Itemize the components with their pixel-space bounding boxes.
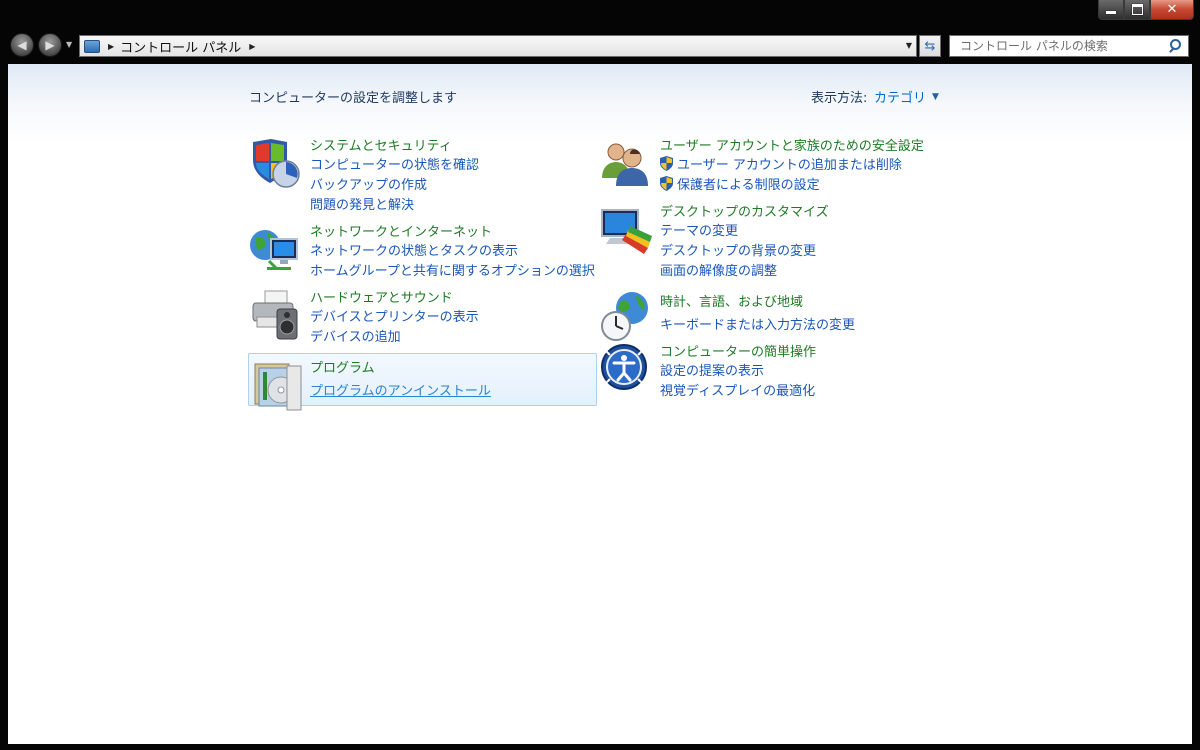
uac-shield-icon [660,176,673,191]
clock-globe-icon [601,292,648,341]
link-check-computer-status[interactable]: コンピューターの状態を確認 [310,154,479,173]
ease-of-access-icon [601,344,647,390]
desktop-monitor-icon [601,209,652,254]
view-by-value[interactable]: カテゴリ [874,87,926,106]
breadcrumb-separator-icon[interactable]: ▶ [108,42,114,51]
close-icon: ✕ [1166,2,1178,17]
forward-button[interactable]: ▶ [38,33,62,57]
users-icon [602,143,648,186]
heading-hardware-sound[interactable]: ハードウェアとサウンド [310,287,453,306]
link-network-status-tasks[interactable]: ネットワークの状態とタスクの表示 [310,240,518,259]
forward-arrow-icon: ▶ [45,38,55,52]
back-arrow-icon: ◀ [17,38,27,52]
link-suggested-settings[interactable]: 設定の提案の表示 [660,360,764,379]
network-globe-icon [250,230,298,271]
heading-programs[interactable]: プログラム [310,357,375,376]
heading-network-internet[interactable]: ネットワークとインターネット [310,221,492,240]
link-parental-controls-label: 保護者による制限の設定 [677,178,820,193]
link-devices-printers[interactable]: デバイスとプリンターの表示 [310,306,479,325]
search-box[interactable] [949,35,1189,57]
heading-desktop-customization[interactable]: デスクトップのカスタマイズ [660,201,829,220]
link-homegroup-sharing-options[interactable]: ホームグループと共有に関するオプションの選択 [310,260,595,279]
breadcrumb-control-panel[interactable]: コントロール パネル [120,37,241,56]
link-parental-controls[interactable]: 保護者による制限の設定 [660,174,820,193]
heading-system-security[interactable]: システムとセキュリティ [310,135,452,154]
link-optimize-visual-display[interactable]: 視覚ディスプレイの最適化 [660,380,815,399]
heading-user-accounts[interactable]: ユーザー アカウントと家族のための安全設定 [660,135,924,154]
uac-shield-icon [660,156,673,171]
search-icon[interactable] [1166,37,1184,55]
link-create-backup[interactable]: バックアップの作成 [310,174,427,193]
programs-disc-icon [254,363,302,411]
page-title: コンピューターの設定を調整します [249,91,458,106]
link-add-remove-user-accounts-label: ユーザー アカウントの追加または削除 [677,158,902,173]
search-input[interactable] [958,38,1166,54]
link-uninstall-program[interactable]: プログラムのアンインストール [310,380,491,399]
link-change-theme[interactable]: テーマの変更 [660,220,738,239]
maximize-button[interactable] [1124,0,1150,20]
recent-pages-dropdown-icon[interactable]: ▼ [66,40,72,49]
breadcrumb-separator-icon[interactable]: ▶ [249,42,255,51]
address-dropdown-icon[interactable]: ▼ [906,41,912,50]
refresh-icon: ⇆ [924,38,936,54]
link-change-keyboard-input[interactable]: キーボードまたは入力方法の変更 [660,314,855,333]
security-shield-icon [253,139,300,188]
maximize-icon [1131,4,1143,15]
view-by-dropdown[interactable]: カテゴリ ▼ [874,87,939,106]
caption-buttons: ✕ [1098,0,1194,20]
heading-clock-language-region[interactable]: 時計、言語、および地域 [660,291,803,310]
chevron-down-icon[interactable]: ▼ [932,92,939,102]
refresh-button[interactable]: ⇆ [919,35,941,57]
view-by-label: 表示方法: [811,91,868,106]
close-button[interactable]: ✕ [1150,0,1194,20]
link-change-desktop-background[interactable]: デスクトップの背景の変更 [660,240,816,259]
minimize-button[interactable] [1098,0,1124,20]
link-adjust-screen-resolution[interactable]: 画面の解像度の調整 [660,260,777,279]
printer-speaker-icon [252,290,298,340]
link-add-device[interactable]: デバイスの追加 [310,326,401,345]
content-pane: コンピューターの設定を調整します 表示方法: カテゴリ ▼ システムとセキュリテ… [8,64,1192,744]
back-button[interactable]: ◀ [10,33,34,57]
link-add-remove-user-accounts[interactable]: ユーザー アカウントの追加または削除 [660,154,902,173]
address-bar[interactable]: ▶ コントロール パネル ▶ ▼ [79,35,917,57]
control-panel-window: ✕ ◀ ▶ ▼ ▶ コントロール パネル ▶ ▼ ⇆ コンピューターの設定を調整… [0,0,1200,750]
link-find-fix-problems[interactable]: 問題の発見と解決 [310,194,414,213]
control-panel-icon [84,39,100,53]
minimize-icon [1106,11,1116,14]
heading-ease-of-access[interactable]: コンピューターの簡単操作 [660,341,816,360]
